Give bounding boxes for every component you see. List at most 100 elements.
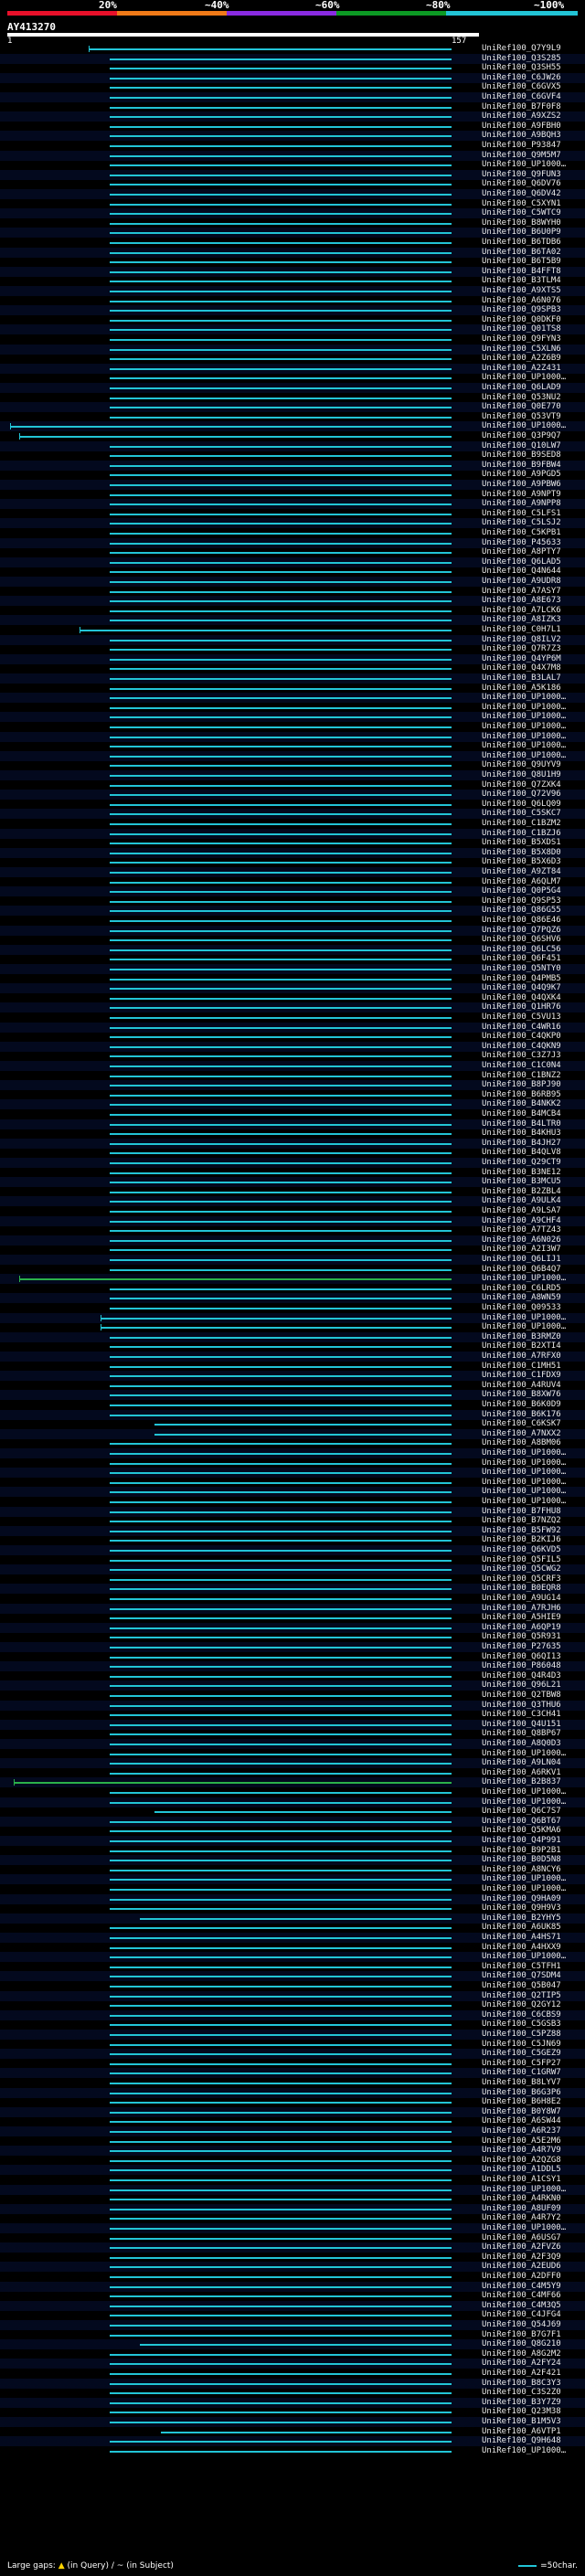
hit-row[interactable]: UniRef100_Q9H648 — [0, 2436, 585, 2447]
hit-alignment-bar[interactable] — [109, 1578, 452, 1581]
hit-alignment-bar[interactable] — [109, 1007, 452, 1010]
hit-alignment-bar[interactable] — [109, 2237, 452, 2240]
hit-alignment-bar[interactable] — [109, 213, 452, 216]
hit-alignment-bar[interactable] — [109, 1772, 452, 1775]
hit-row[interactable]: UniRef100_B6TDB6 — [0, 238, 585, 248]
hit-row[interactable]: UniRef100_Q1HR76 — [0, 1002, 585, 1013]
hit-row[interactable]: UniRef100_Q4Q9K7 — [0, 983, 585, 994]
hit-alignment-bar[interactable] — [109, 706, 452, 709]
hit-row[interactable]: UniRef100_Q8ILV2 — [0, 634, 585, 645]
hit-row[interactable]: UniRef100_A1DDL5 — [0, 2165, 585, 2176]
hit-alignment-bar[interactable] — [109, 416, 452, 419]
hit-label[interactable]: UniRef100_UP1000… — [482, 703, 566, 713]
hit-label[interactable]: UniRef100_A6N076 — [482, 296, 561, 306]
hit-alignment-bar[interactable] — [109, 1472, 452, 1475]
hit-label[interactable]: UniRef100_Q9H648 — [482, 2436, 561, 2446]
hit-alignment-bar[interactable] — [109, 232, 452, 235]
hit-row[interactable]: UniRef100_Q0P5G4 — [0, 886, 585, 897]
hit-label[interactable]: UniRef100_B8PJ90 — [482, 1080, 561, 1090]
hit-row[interactable]: UniRef100_UP1000… — [0, 1497, 585, 1507]
hit-label[interactable]: UniRef100_B2KIJ6 — [482, 1535, 561, 1545]
hit-label[interactable]: UniRef100_C4WR16 — [482, 1023, 561, 1033]
hit-label[interactable]: UniRef100_Q4X7M8 — [482, 663, 561, 673]
hit-row[interactable]: UniRef100_A4R7V9 — [0, 2146, 585, 2157]
hit-label[interactable]: UniRef100_C4QKP0 — [482, 1032, 561, 1042]
hit-label[interactable]: UniRef100_A6UK85 — [482, 1923, 561, 1933]
hit-label[interactable]: UniRef100_Q8ILV2 — [482, 635, 561, 645]
hit-label[interactable]: UniRef100_C5GEZ9 — [482, 2049, 561, 2059]
hit-row[interactable]: UniRef100_Q7R7Z3 — [0, 644, 585, 654]
hit-alignment-bar[interactable] — [109, 1055, 452, 1058]
hit-row[interactable]: UniRef100_B6H8E2 — [0, 2097, 585, 2107]
hit-label[interactable]: UniRef100_A9NPT9 — [482, 490, 561, 500]
hit-alignment-bar[interactable] — [109, 77, 452, 80]
hit-label[interactable]: UniRef100_UP1000… — [482, 373, 566, 383]
hit-alignment-bar[interactable] — [109, 154, 452, 157]
hit-row[interactable]: UniRef100_A8Q0D3 — [0, 1739, 585, 1749]
hit-row[interactable]: UniRef100_Q6LQ09 — [0, 800, 585, 810]
hit-label[interactable]: UniRef100_A2FVZ6 — [482, 2242, 561, 2253]
hit-alignment-bar[interactable] — [109, 106, 452, 109]
hit-row[interactable]: UniRef100_B3LAL7 — [0, 673, 585, 684]
hit-row[interactable]: UniRef100_Q53VT9 — [0, 412, 585, 422]
hit-label[interactable]: UniRef100_B5XDS1 — [482, 838, 561, 848]
hit-row[interactable]: UniRef100_B3RMZ0 — [0, 1331, 585, 1342]
hit-label[interactable]: UniRef100_UP1000… — [482, 712, 566, 722]
hit-row[interactable]: UniRef100_Q3S285 — [0, 53, 585, 64]
hit-row[interactable]: UniRef100_B8LYV7 — [0, 2078, 585, 2088]
hit-label[interactable]: UniRef100_UP1000… — [482, 2185, 566, 2195]
hit-label[interactable]: UniRef100_B6K0D9 — [482, 1400, 561, 1410]
hit-alignment-bar[interactable] — [109, 1530, 452, 1532]
hit-alignment-bar[interactable] — [109, 135, 452, 138]
hit-row[interactable]: UniRef100_UP1000… — [0, 1787, 585, 1797]
hit-label[interactable]: UniRef100_Q7ZXK4 — [482, 780, 561, 790]
hit-row[interactable]: UniRef100_A9LSA7 — [0, 1206, 585, 1216]
hit-alignment-bar[interactable] — [109, 1792, 452, 1794]
hit-alignment-bar[interactable] — [109, 2024, 452, 2027]
hit-row[interactable]: UniRef100_Q5NTY0 — [0, 964, 585, 974]
hit-row[interactable]: UniRef100_A8NCY6 — [0, 1865, 585, 1875]
hit-alignment-bar[interactable] — [109, 726, 452, 728]
hit-row[interactable]: UniRef100_Q86G55 — [0, 906, 585, 917]
hit-row[interactable]: UniRef100_Q8U1H9 — [0, 770, 585, 780]
hit-label[interactable]: UniRef100_A5K186 — [482, 684, 561, 694]
hit-alignment-bar[interactable] — [109, 1753, 452, 1755]
hit-label[interactable]: UniRef100_UP1000… — [482, 751, 566, 761]
hit-alignment-bar[interactable] — [109, 1017, 452, 1019]
hit-row[interactable]: UniRef100_Q5CRF3 — [0, 1574, 585, 1585]
hit-label[interactable]: UniRef100_Q9SPB3 — [482, 305, 561, 315]
hit-label[interactable]: UniRef100_B9P2B1 — [482, 1846, 561, 1856]
hit-row[interactable]: UniRef100_UP1000… — [0, 1874, 585, 1885]
hit-label[interactable]: UniRef100_A7LCK6 — [482, 606, 561, 616]
hit-label[interactable]: UniRef100_A9ULK4 — [482, 1196, 561, 1206]
hit-label[interactable]: UniRef100_A6N026 — [482, 1235, 561, 1246]
hit-row[interactable]: UniRef100_B6K0D9 — [0, 1400, 585, 1410]
hit-alignment-bar[interactable] — [109, 1937, 452, 1939]
hit-row[interactable]: UniRef100_B8C3Y3 — [0, 2378, 585, 2389]
hit-label[interactable]: UniRef100_A7TZ43 — [482, 1225, 561, 1235]
hit-alignment-bar[interactable] — [154, 1424, 452, 1426]
hit-alignment-bar[interactable] — [109, 2373, 452, 2375]
hit-alignment-bar[interactable] — [109, 1268, 452, 1271]
hit-label[interactable]: UniRef100_P45633 — [482, 538, 561, 548]
hit-label[interactable]: UniRef100_Q86E46 — [482, 916, 561, 926]
hit-row[interactable]: UniRef100_C5GEZ9 — [0, 2049, 585, 2060]
hit-alignment-bar[interactable] — [109, 2062, 452, 2065]
hit-row[interactable]: UniRef100_A7NXX2 — [0, 1428, 585, 1439]
hit-row[interactable]: UniRef100_Q4QXK4 — [0, 993, 585, 1003]
hit-label[interactable]: UniRef100_UP1000… — [482, 1787, 566, 1797]
hit-alignment-bar[interactable] — [109, 194, 452, 196]
hit-alignment-bar[interactable] — [109, 1356, 452, 1358]
hit-alignment-bar[interactable] — [109, 746, 452, 748]
hit-row[interactable]: UniRef100_Q09533 — [0, 1303, 585, 1313]
hit-alignment-bar[interactable] — [109, 2014, 452, 2017]
hit-row[interactable]: UniRef100_A7LCK6 — [0, 606, 585, 616]
hit-label[interactable]: UniRef100_UP1000… — [482, 1497, 566, 1507]
hit-label[interactable]: UniRef100_Q0E770 — [482, 402, 561, 412]
hit-label[interactable]: UniRef100_UP1000… — [482, 2223, 566, 2233]
hit-label[interactable]: UniRef100_UP1000… — [482, 160, 566, 170]
hit-label[interactable]: UniRef100_UP1000… — [482, 1448, 566, 1458]
hit-alignment-bar[interactable] — [109, 2305, 452, 2307]
hit-label[interactable]: UniRef100_C1C0N4 — [482, 1061, 561, 1071]
hit-row[interactable]: UniRef100_B7FHU8 — [0, 1506, 585, 1517]
